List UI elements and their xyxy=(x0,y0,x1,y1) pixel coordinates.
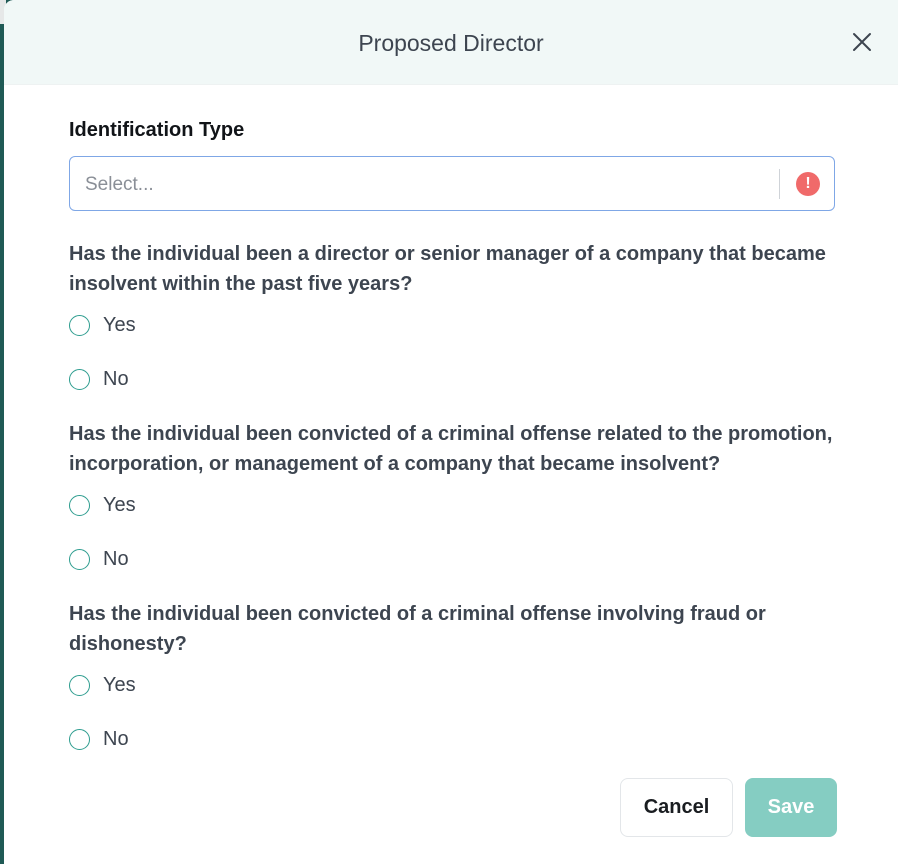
question-1-text: Has the individual been a director or se… xyxy=(69,243,826,295)
select-divider xyxy=(779,169,780,199)
radio-label: Yes xyxy=(103,493,136,516)
radio-label: Yes xyxy=(103,673,136,696)
error-exclamation-icon: ! xyxy=(796,172,820,196)
identification-type-select[interactable]: Select... ! xyxy=(69,156,835,211)
radio-button-icon[interactable] xyxy=(69,314,90,336)
proposed-director-dialog: Proposed Director Identification Type Se… xyxy=(4,0,898,864)
radio-label: No xyxy=(103,547,129,570)
radio-button-icon[interactable] xyxy=(69,368,90,390)
select-placeholder: Select... xyxy=(85,174,154,195)
question-2-option-yes[interactable]: Yes xyxy=(69,491,136,519)
question-1-option-no[interactable]: No xyxy=(69,365,129,393)
identification-type-label: Identification Type xyxy=(69,119,245,141)
radio-label: No xyxy=(103,727,129,750)
radio-label: No xyxy=(103,367,129,390)
radio-button-icon[interactable] xyxy=(69,548,90,570)
radio-button-icon[interactable] xyxy=(69,494,90,516)
radio-button-icon[interactable] xyxy=(69,674,90,696)
radio-button-icon[interactable] xyxy=(69,728,90,750)
question-3-option-yes[interactable]: Yes xyxy=(69,671,136,699)
cancel-button[interactable]: Cancel xyxy=(620,778,733,837)
question-3-option-no[interactable]: No xyxy=(69,725,129,753)
dialog-title: Proposed Director xyxy=(358,30,544,56)
radio-label: Yes xyxy=(103,313,136,336)
close-icon[interactable] xyxy=(850,30,874,54)
question-3-text: Has the individual been convicted of a c… xyxy=(69,603,766,655)
dialog-header: Proposed Director xyxy=(4,0,898,85)
question-1-option-yes[interactable]: Yes xyxy=(69,311,136,339)
question-2-text: Has the individual been convicted of a c… xyxy=(69,423,833,475)
question-2-option-no[interactable]: No xyxy=(69,545,129,573)
save-button[interactable]: Save xyxy=(745,778,837,837)
